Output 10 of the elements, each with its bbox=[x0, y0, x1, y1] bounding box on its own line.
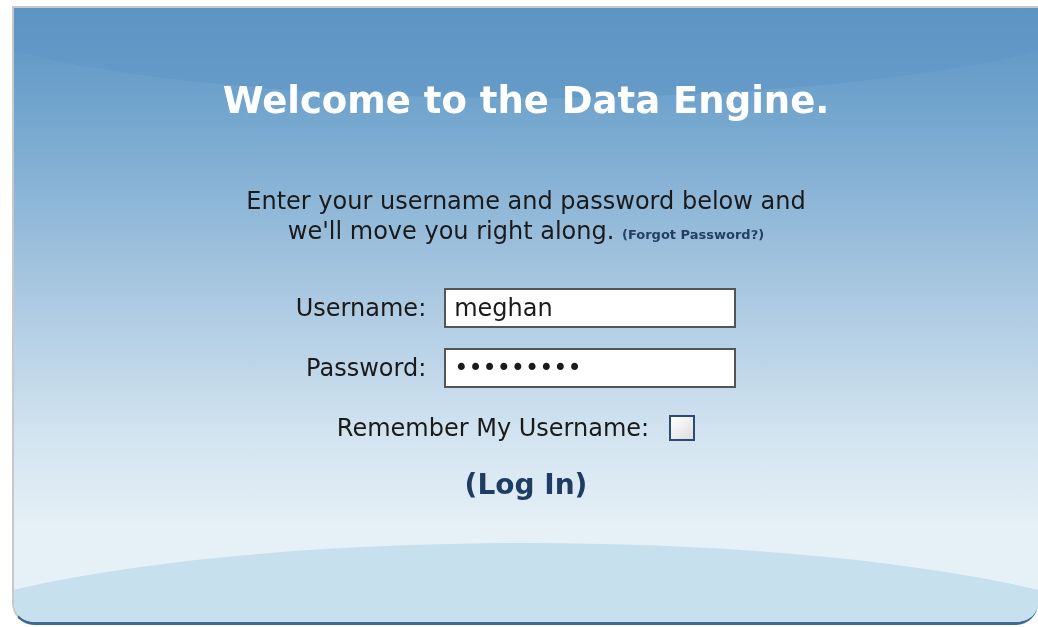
field-label: Username: bbox=[295, 294, 427, 322]
remember-label: Remember My Username: bbox=[336, 414, 650, 442]
welcome-heading: Welcome to the Data Engine. bbox=[222, 78, 830, 124]
input-field[interactable]: meghan bbox=[444, 288, 737, 328]
input-field[interactable]: ••••••••• bbox=[444, 348, 737, 388]
remember-checkbox[interactable] bbox=[669, 415, 696, 441]
field-label: Password: bbox=[305, 354, 427, 382]
intro-text: Enter your username and password below and we'll move you right along. (Forgot Password?) bbox=[245, 186, 807, 247]
login-button[interactable]: (Log In) bbox=[464, 468, 588, 501]
forgot-password-link[interactable]: (Forgot Password?) bbox=[621, 227, 765, 242]
